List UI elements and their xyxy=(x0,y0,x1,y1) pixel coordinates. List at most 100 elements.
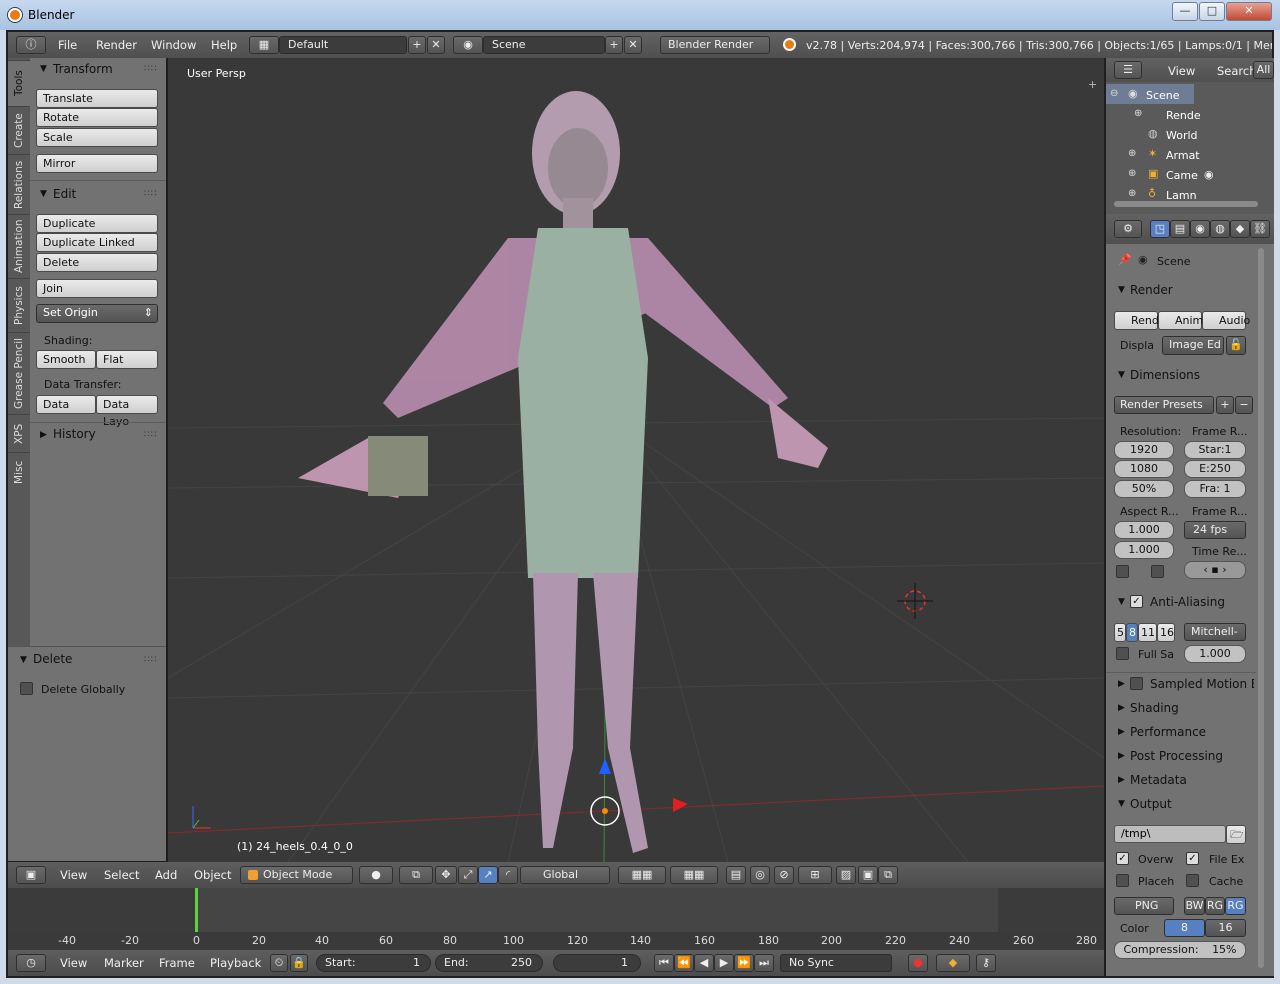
aspect-x-field[interactable]: 1.000 xyxy=(1114,521,1174,539)
close-button[interactable]: ✕ xyxy=(1226,2,1272,21)
filter-size-field[interactable]: 1.000 xyxy=(1184,645,1246,663)
scene-selector-button[interactable]: ◉ xyxy=(453,36,483,54)
render-context-tab[interactable]: ◳ xyxy=(1150,220,1170,238)
aa-filter-dropdown[interactable]: Mitchell- xyxy=(1184,623,1246,641)
output-path-field[interactable]: /tmp\ xyxy=(1114,825,1226,843)
menu-view[interactable]: View xyxy=(60,868,87,882)
shading-expand-icon[interactable]: ▶ xyxy=(1118,703,1125,713)
manipulator-toggle-button[interactable]: ✥ xyxy=(435,866,457,884)
pin-icon[interactable]: 📌 xyxy=(1118,253,1132,266)
transform-collapse-icon[interactable]: ▼ xyxy=(40,64,47,74)
current-frame-marker[interactable] xyxy=(195,888,198,936)
3d-editor-type-button[interactable]: ▣ xyxy=(16,866,46,884)
remove-preset-button[interactable]: − xyxy=(1235,396,1253,414)
timeline-editor-type-button[interactable]: ◷ xyxy=(16,954,46,972)
menu-timeline-view[interactable]: View xyxy=(60,956,87,970)
tab-relations[interactable]: Relations xyxy=(8,154,30,214)
outliner-item-world[interactable]: World xyxy=(1166,129,1198,142)
output-panel-title[interactable]: Output xyxy=(1130,797,1172,811)
play-button[interactable]: ▶ xyxy=(714,954,734,972)
tab-animation[interactable]: Animation xyxy=(8,214,30,278)
color-depth-16-button[interactable]: 16 xyxy=(1205,919,1246,937)
resolution-x-field[interactable]: 1920 xyxy=(1114,441,1174,459)
proportional-edit-button[interactable]: ◎ xyxy=(750,866,770,884)
menu-file[interactable]: File xyxy=(58,38,77,52)
layers-grid-a[interactable]: ▦▦ xyxy=(618,866,666,884)
placeholders-checkbox[interactable] xyxy=(1116,874,1129,887)
render-audio-button[interactable]: Audio xyxy=(1202,311,1250,330)
frame-end-field[interactable]: E:250 xyxy=(1184,460,1246,478)
outliner-item-render-layers[interactable]: Rende xyxy=(1166,109,1201,122)
aa-samples-11[interactable]: 11 xyxy=(1138,623,1157,642)
edit-panel-title[interactable]: Edit xyxy=(53,187,76,201)
properties-editor-type-button[interactable]: ⚙ xyxy=(1114,220,1142,238)
translate-button[interactable]: Translate xyxy=(36,89,158,108)
render-engine-dropdown[interactable]: Blender Render xyxy=(660,36,770,54)
render-panel-collapse-icon[interactable]: ▼ xyxy=(1118,285,1125,295)
outliner-item-armature[interactable]: Armat xyxy=(1166,149,1200,162)
anti-aliasing-checkbox[interactable]: ✓ xyxy=(1130,595,1143,608)
compression-field[interactable]: Compression: 15% xyxy=(1114,941,1246,959)
layout-name-field[interactable]: Default xyxy=(279,36,407,54)
duplicate-button[interactable]: Duplicate xyxy=(36,214,158,233)
layers-grid-b[interactable]: ▦▦ xyxy=(670,866,718,884)
anti-aliasing-collapse-icon[interactable]: ▼ xyxy=(1118,597,1125,607)
aa-samples-16[interactable]: 16 xyxy=(1157,623,1175,642)
edit-drag-handle[interactable]: ∷∷ xyxy=(144,189,157,199)
aa-samples-5[interactable]: 5 xyxy=(1114,623,1126,642)
collapse-icon[interactable]: ⊖ xyxy=(1110,88,1118,99)
remove-layout-button[interactable]: ✕ xyxy=(427,36,445,54)
aa-samples-8[interactable]: 8 xyxy=(1126,623,1138,642)
border-checkbox[interactable] xyxy=(1116,565,1129,578)
browse-folder-button[interactable]: 🗁 xyxy=(1226,825,1246,844)
expand-icon[interactable]: ⊕ xyxy=(1128,168,1136,179)
time-remap-field[interactable]: ‹ ▪ › xyxy=(1184,561,1246,579)
sync-dropdown[interactable]: No Sync xyxy=(780,954,892,972)
expand-icon[interactable]: ⊕ xyxy=(1128,148,1136,159)
menu-window[interactable]: Window xyxy=(151,38,196,52)
mirror-button[interactable]: Mirror xyxy=(36,154,158,173)
frame-start-field[interactable]: Star:1 xyxy=(1184,441,1246,459)
translate-manipulator-button[interactable]: ⤢ xyxy=(458,866,478,884)
menu-playback[interactable]: Playback xyxy=(210,956,261,970)
scene-tab[interactable]: ◉ xyxy=(1190,220,1210,238)
transform-drag-handle[interactable]: ∷∷ xyxy=(144,64,157,74)
sampled-motion-panel-title[interactable]: Sampled Motion Bl xyxy=(1150,677,1254,691)
info-editor-type-button[interactable]: ⓘ xyxy=(16,36,46,54)
set-origin-dropdown[interactable]: Set Origin ⇕ xyxy=(36,304,158,323)
tab-grease-pencil[interactable]: Grease Pencil xyxy=(8,332,30,414)
menu-add[interactable]: Add xyxy=(155,868,177,882)
render-image-button[interactable]: Rend xyxy=(1114,311,1159,330)
transform-panel-title[interactable]: Transform xyxy=(53,62,113,76)
output-collapse-icon[interactable]: ▼ xyxy=(1118,799,1125,809)
current-frame-field[interactable]: 1 xyxy=(553,954,641,972)
file-format-dropdown[interactable]: PNG xyxy=(1114,897,1174,915)
eye-icon[interactable]: ◉ xyxy=(1204,168,1214,181)
jump-keyframe-forward-button[interactable]: ⏩ xyxy=(734,954,754,972)
render-layers-tab[interactable]: ▤ xyxy=(1170,220,1190,238)
record-button[interactable]: ● xyxy=(908,954,928,972)
properties-scrollbar[interactable] xyxy=(1258,248,1264,968)
preview-range-button[interactable]: ⏲ xyxy=(270,954,288,972)
metadata-expand-icon[interactable]: ▶ xyxy=(1118,775,1125,785)
menu-marker[interactable]: Marker xyxy=(104,956,144,970)
delete-button[interactable]: Delete xyxy=(36,253,158,272)
menu-select[interactable]: Select xyxy=(104,868,139,882)
smooth-button[interactable]: Smooth xyxy=(36,350,96,369)
keying-set-button[interactable]: ◆ xyxy=(936,954,970,972)
performance-expand-icon[interactable]: ▶ xyxy=(1118,727,1125,737)
snap-toggle-button[interactable]: ⊘ xyxy=(774,866,794,884)
start-frame-field[interactable]: Start: 1 xyxy=(316,954,431,972)
constraints-tab[interactable]: ⛓ xyxy=(1250,220,1270,238)
full-sample-checkbox[interactable] xyxy=(1116,647,1129,660)
rotate-button[interactable]: Rotate xyxy=(36,108,158,127)
render-preview-button[interactable]: ▨ xyxy=(836,866,856,884)
render-opengl-button[interactable]: ▣ xyxy=(858,866,878,884)
outliner-scrollbar[interactable] xyxy=(1114,201,1258,207)
add-preset-button[interactable]: + xyxy=(1216,396,1234,414)
duplicate-linked-button[interactable]: Duplicate Linked xyxy=(36,233,158,252)
jump-end-button[interactable]: ⏭ xyxy=(754,954,774,972)
aspect-y-field[interactable]: 1.000 xyxy=(1114,541,1174,559)
expand-icon[interactable]: ⊕ xyxy=(1134,108,1142,119)
color-depth-8-button[interactable]: 8 xyxy=(1164,919,1205,937)
